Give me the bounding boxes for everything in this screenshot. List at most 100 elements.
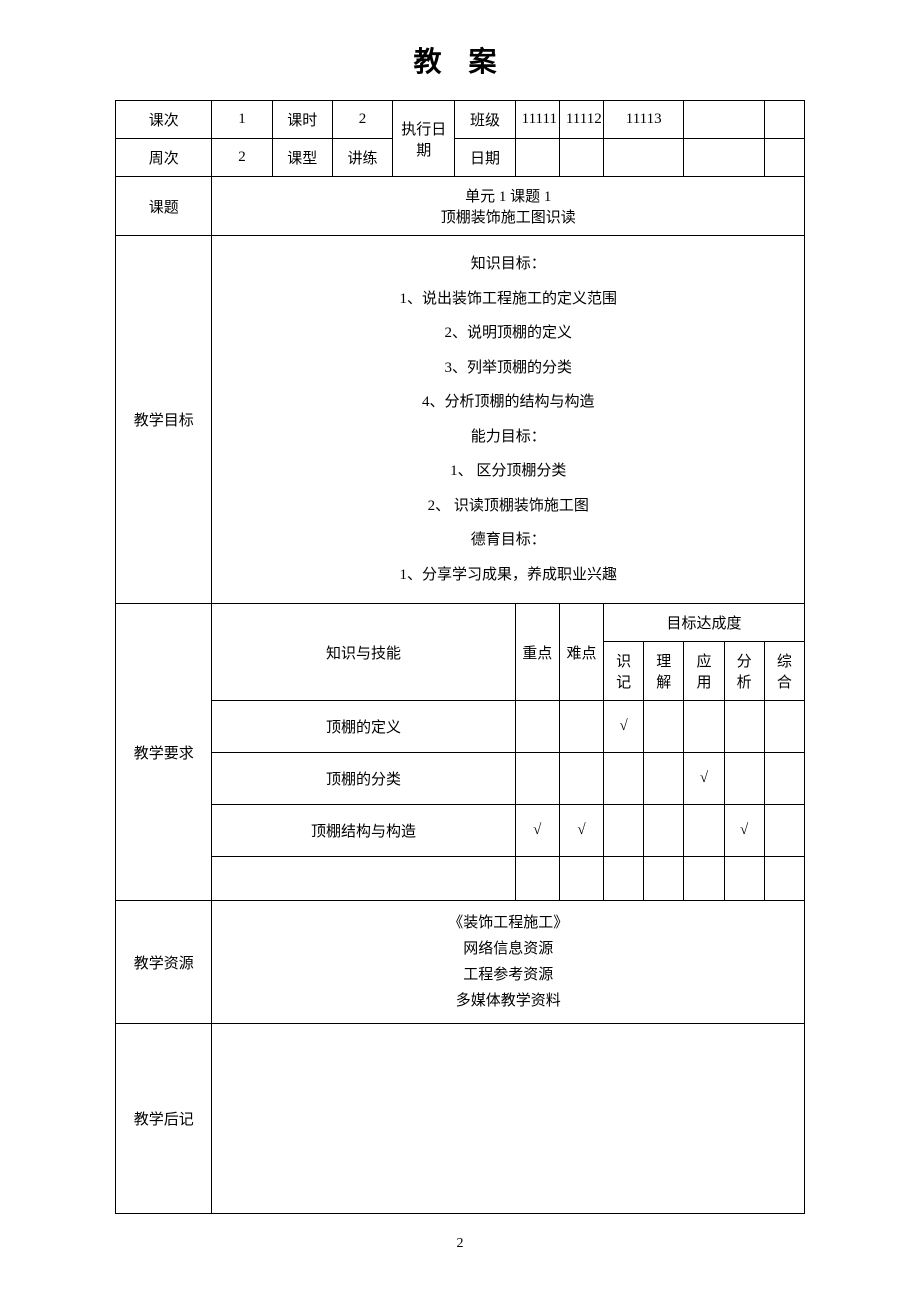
- yqb-key: [515, 857, 559, 901]
- class-1: 11111: [515, 101, 559, 139]
- col-goal: 目标达成度: [604, 604, 805, 642]
- keti-content: 单元 1 课题 1 顶棚装饰施工图识读: [212, 177, 805, 236]
- ziyuan-3: 工程参考资源: [218, 963, 798, 987]
- yq1-c2: [644, 701, 684, 753]
- keti-line1: 单元 1 课题 1: [218, 185, 798, 206]
- mubiao-label: 教学目标: [116, 236, 212, 604]
- keci-val: 1: [212, 101, 272, 139]
- yq2-c2: [644, 753, 684, 805]
- lesson-plan-table: 课次 1 课时 2 执行日期 班级 11111 11112 11113 周次 2…: [115, 100, 805, 1214]
- yq1-c5: [764, 701, 804, 753]
- page-title: 教 案: [0, 40, 920, 80]
- ziyuan-2: 网络信息资源: [218, 937, 798, 961]
- nl-2: 2、 识读顶棚装饰施工图: [218, 492, 798, 521]
- yq3-diff: √: [559, 805, 603, 857]
- yq3-name: 顶棚结构与构造: [212, 805, 515, 857]
- yq2-c5: [764, 753, 804, 805]
- riqi-blank-2: [559, 139, 603, 177]
- nl-1: 1、 区分顶棚分类: [218, 457, 798, 486]
- yq2-c1: [604, 753, 644, 805]
- kexing-val: 讲练: [332, 139, 392, 177]
- yq3-c4: √: [724, 805, 764, 857]
- keti-label: 课题: [116, 177, 212, 236]
- yqb-c4: [724, 857, 764, 901]
- yq3-c1: [604, 805, 644, 857]
- yq1-c3: [684, 701, 724, 753]
- col-diff: 难点: [559, 604, 603, 701]
- mubiao-content: 知识目标： 1、说出装饰工程施工的定义范围 2、说明顶棚的定义 3、列举顶棚的分…: [212, 236, 805, 604]
- col-knowledge: 知识与技能: [212, 604, 515, 701]
- riqi-label: 日期: [455, 139, 515, 177]
- dy-1: 1、分享学习成果，养成职业兴趣: [218, 561, 798, 590]
- class-blank-2: [764, 101, 804, 139]
- yq2-c3: √: [684, 753, 724, 805]
- yq1-diff: [559, 701, 603, 753]
- yq2-key: [515, 753, 559, 805]
- yaoqiu-row-blank: [116, 857, 805, 901]
- ziyuan-row: 教学资源 《装饰工程施工》 网络信息资源 工程参考资源 多媒体教学资料: [116, 901, 805, 1024]
- yq2-name: 顶棚的分类: [212, 753, 515, 805]
- yq1-c4: [724, 701, 764, 753]
- riqi-blank-5: [764, 139, 804, 177]
- zs-label: 知识目标：: [218, 250, 798, 279]
- keti-row: 课题 单元 1 课题 1 顶棚装饰施工图识读: [116, 177, 805, 236]
- kexing-label: 课型: [272, 139, 332, 177]
- yaoqiu-row-2: 顶棚的分类 √: [116, 753, 805, 805]
- mubiao-row: 教学目标 知识目标： 1、说出装饰工程施工的定义范围 2、说明顶棚的定义 3、列…: [116, 236, 805, 604]
- houji-label: 教学后记: [116, 1024, 212, 1214]
- yq1-key: [515, 701, 559, 753]
- yqb-c5: [764, 857, 804, 901]
- ziyuan-content: 《装饰工程施工》 网络信息资源 工程参考资源 多媒体教学资料: [212, 901, 805, 1024]
- houji-row: 教学后记: [116, 1024, 805, 1214]
- riqi-blank-4: [684, 139, 764, 177]
- header-row-1: 课次 1 课时 2 执行日期 班级 11111 11112 11113: [116, 101, 805, 139]
- zhouci-label: 周次: [116, 139, 212, 177]
- yq1-name: 顶棚的定义: [212, 701, 515, 753]
- dy-label: 德育目标：: [218, 526, 798, 555]
- keshi-val: 2: [332, 101, 392, 139]
- yq2-c4: [724, 753, 764, 805]
- keti-line2: 顶棚装饰施工图识读: [218, 206, 798, 227]
- yaoqiu-label: 教学要求: [116, 604, 212, 901]
- goal-c5: 综合: [764, 642, 804, 701]
- goal-c4: 分析: [724, 642, 764, 701]
- header-row-2: 周次 2 课型 讲练 日期: [116, 139, 805, 177]
- yqb-c3: [684, 857, 724, 901]
- yq3-c5: [764, 805, 804, 857]
- zhixing-riqi-label: 执行日期: [393, 101, 455, 177]
- ziyuan-label: 教学资源: [116, 901, 212, 1024]
- zs-2: 2、说明顶棚的定义: [218, 319, 798, 348]
- goal-c2: 理解: [644, 642, 684, 701]
- yqb-c2: [644, 857, 684, 901]
- col-key: 重点: [515, 604, 559, 701]
- goal-c1: 识记: [604, 642, 644, 701]
- page-number: 2: [0, 1236, 920, 1252]
- yqb-c1: [604, 857, 644, 901]
- banji-label: 班级: [455, 101, 515, 139]
- zs-1: 1、说出装饰工程施工的定义范围: [218, 285, 798, 314]
- class-blank-1: [684, 101, 764, 139]
- yq3-c2: [644, 805, 684, 857]
- yaoqiu-header-1: 教学要求 知识与技能 重点 难点 目标达成度: [116, 604, 805, 642]
- houji-content: [212, 1024, 805, 1214]
- yq3-c3: [684, 805, 724, 857]
- yaoqiu-row-1: 顶棚的定义 √: [116, 701, 805, 753]
- yqb-name: [212, 857, 515, 901]
- class-3: 11113: [604, 101, 684, 139]
- yqb-diff: [559, 857, 603, 901]
- riqi-blank-1: [515, 139, 559, 177]
- zs-3: 3、列举顶棚的分类: [218, 354, 798, 383]
- goal-c3: 应用: [684, 642, 724, 701]
- yq3-key: √: [515, 805, 559, 857]
- zs-4: 4、分析顶棚的结构与构造: [218, 388, 798, 417]
- zhouci-val: 2: [212, 139, 272, 177]
- ziyuan-1: 《装饰工程施工》: [218, 911, 798, 935]
- yaoqiu-row-3: 顶棚结构与构造 √ √ √: [116, 805, 805, 857]
- nl-label: 能力目标：: [218, 423, 798, 452]
- class-2: 11112: [559, 101, 603, 139]
- riqi-blank-3: [604, 139, 684, 177]
- ziyuan-4: 多媒体教学资料: [218, 989, 798, 1013]
- keci-label: 课次: [116, 101, 212, 139]
- yq2-diff: [559, 753, 603, 805]
- yq1-c1: √: [604, 701, 644, 753]
